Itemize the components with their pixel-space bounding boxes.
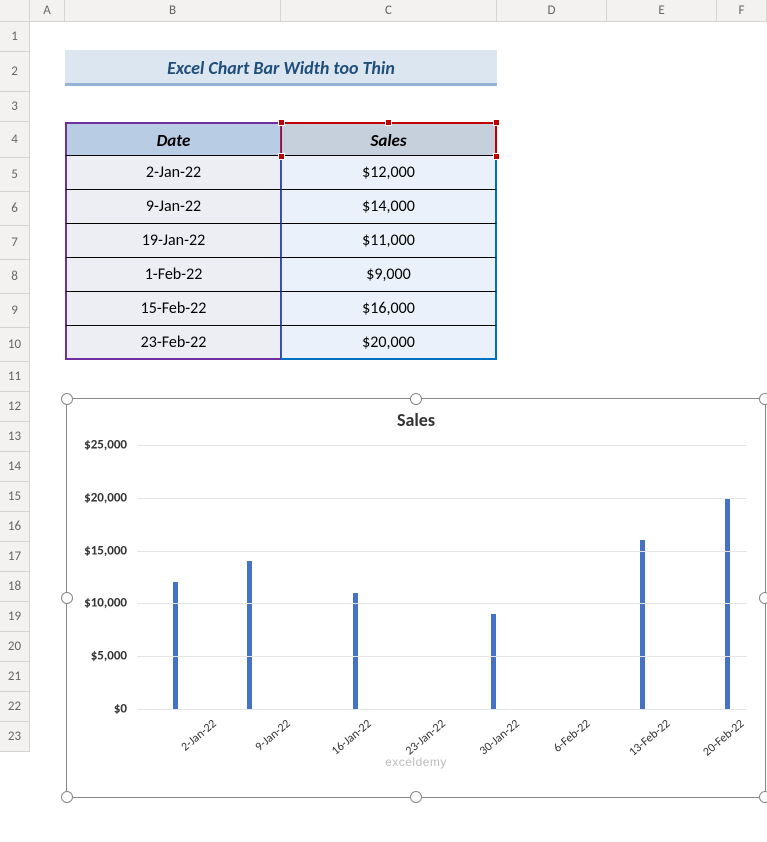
table-header-row: Date Sales bbox=[65, 122, 497, 156]
table-row: 19-Jan-22$11,000 bbox=[65, 224, 497, 258]
row-header-18[interactable]: 18 bbox=[0, 572, 30, 602]
row-header-16[interactable]: 16 bbox=[0, 512, 30, 542]
header-sales[interactable]: Sales bbox=[281, 122, 497, 156]
x-tick-label: 13-Feb-22 bbox=[626, 717, 673, 759]
bar[interactable] bbox=[173, 582, 178, 709]
gridline bbox=[137, 603, 747, 604]
resize-handle-icon[interactable] bbox=[759, 592, 767, 604]
y-tick-label: $20,000 bbox=[84, 490, 127, 505]
cell-date[interactable]: 23-Feb-22 bbox=[65, 326, 281, 360]
cell-date[interactable]: 9-Jan-22 bbox=[65, 190, 281, 224]
row-header-17[interactable]: 17 bbox=[0, 542, 30, 572]
y-tick-label: $5,000 bbox=[91, 649, 127, 664]
row-header-4[interactable]: 4 bbox=[0, 122, 30, 158]
cell-date[interactable]: 1-Feb-22 bbox=[65, 258, 281, 292]
cell-sales[interactable]: $9,000 bbox=[281, 258, 497, 292]
gridline bbox=[137, 445, 747, 446]
y-tick-label: $15,000 bbox=[84, 543, 127, 558]
cell-date[interactable]: 19-Jan-22 bbox=[65, 224, 281, 258]
selection-handle-icon[interactable] bbox=[493, 119, 500, 126]
selection-handle-icon[interactable] bbox=[385, 119, 392, 126]
bar[interactable] bbox=[353, 593, 358, 709]
x-tick-label: 2-Jan-22 bbox=[179, 717, 220, 754]
y-tick-label: $0 bbox=[114, 702, 127, 717]
x-tick-label: 23-Jan-22 bbox=[403, 717, 448, 758]
row-header-15[interactable]: 15 bbox=[0, 482, 30, 512]
col-header-C[interactable]: C bbox=[281, 0, 497, 21]
row-header-13[interactable]: 13 bbox=[0, 422, 30, 452]
col-header-B[interactable]: B bbox=[65, 0, 281, 21]
watermark: exceldemy bbox=[385, 755, 447, 769]
y-axis: $0$5,000$10,000$15,000$20,000$25,000 bbox=[67, 445, 133, 709]
resize-handle-icon[interactable] bbox=[759, 393, 767, 405]
row-headers-col: 1234567891011121314151617181920212223 bbox=[0, 22, 30, 752]
gridline bbox=[137, 656, 747, 657]
resize-handle-icon[interactable] bbox=[61, 592, 73, 604]
row-header-6[interactable]: 6 bbox=[0, 192, 30, 226]
cell-date[interactable]: 2-Jan-22 bbox=[65, 156, 281, 190]
table-row: 1-Feb-22$9,000 bbox=[65, 258, 497, 292]
col-header-A[interactable]: A bbox=[30, 0, 65, 21]
row-header-19[interactable]: 19 bbox=[0, 602, 30, 632]
cell-sales[interactable]: $14,000 bbox=[281, 190, 497, 224]
resize-handle-icon[interactable] bbox=[759, 791, 767, 803]
x-tick-label: 30-Jan-22 bbox=[477, 717, 522, 758]
plot-area[interactable] bbox=[137, 445, 747, 709]
col-header-D[interactable]: D bbox=[497, 0, 607, 21]
page-title: Excel Chart Bar Width too Thin bbox=[65, 50, 497, 86]
resize-handle-icon[interactable] bbox=[61, 393, 73, 405]
cell-sales[interactable]: $11,000 bbox=[281, 224, 497, 258]
x-tick-label: 6-Feb-22 bbox=[551, 717, 593, 756]
selection-handle-icon[interactable] bbox=[493, 153, 500, 160]
resize-handle-icon[interactable] bbox=[61, 791, 73, 803]
bar[interactable] bbox=[640, 540, 645, 709]
row-header-9[interactable]: 9 bbox=[0, 294, 30, 328]
x-tick-label: 9-Jan-22 bbox=[253, 717, 294, 754]
resize-handle-icon[interactable] bbox=[410, 791, 422, 803]
bar[interactable] bbox=[247, 561, 252, 709]
col-header-F[interactable]: F bbox=[717, 0, 767, 21]
header-date[interactable]: Date bbox=[65, 122, 281, 156]
bar-series[interactable] bbox=[137, 445, 747, 709]
cell-date[interactable]: 15-Feb-22 bbox=[65, 292, 281, 326]
row-header-23[interactable]: 23 bbox=[0, 722, 30, 752]
select-all-corner[interactable] bbox=[0, 0, 30, 21]
row-header-22[interactable]: 22 bbox=[0, 692, 30, 722]
x-tick-label: 16-Jan-22 bbox=[329, 717, 374, 758]
row-header-3[interactable]: 3 bbox=[0, 92, 30, 122]
gridline bbox=[137, 551, 747, 552]
selection-handle-icon[interactable] bbox=[278, 119, 285, 126]
selection-handle-icon[interactable] bbox=[278, 153, 285, 160]
gridline bbox=[137, 709, 747, 710]
spreadsheet: A B C D E F 1234567891011121314151617181… bbox=[0, 0, 767, 842]
table-row: 9-Jan-22$14,000 bbox=[65, 190, 497, 224]
y-tick-label: $10,000 bbox=[84, 596, 127, 611]
cell-sales[interactable]: $12,000 bbox=[281, 156, 497, 190]
resize-handle-icon[interactable] bbox=[410, 393, 422, 405]
row-header-10[interactable]: 10 bbox=[0, 328, 30, 362]
row-header-2[interactable]: 2 bbox=[0, 52, 30, 92]
col-header-E[interactable]: E bbox=[607, 0, 717, 21]
cell-sales[interactable]: $16,000 bbox=[281, 292, 497, 326]
table-row: 23-Feb-22$20,000 bbox=[65, 326, 497, 360]
row-header-11[interactable]: 11 bbox=[0, 362, 30, 392]
column-headers-row: A B C D E F bbox=[0, 0, 767, 22]
row-header-8[interactable]: 8 bbox=[0, 260, 30, 294]
row-header-21[interactable]: 21 bbox=[0, 662, 30, 692]
bar[interactable] bbox=[491, 614, 496, 709]
row-header-12[interactable]: 12 bbox=[0, 392, 30, 422]
x-tick-label: 20-Feb-22 bbox=[701, 717, 748, 759]
table-row: 2-Jan-22$12,000 bbox=[65, 156, 497, 190]
row-header-7[interactable]: 7 bbox=[0, 226, 30, 260]
row-header-20[interactable]: 20 bbox=[0, 632, 30, 662]
cell-sales[interactable]: $20,000 bbox=[281, 326, 497, 360]
row-header-5[interactable]: 5 bbox=[0, 158, 30, 192]
x-axis: 2-Jan-22 9-Jan-22 16-Jan-22 23-Jan-22 30-Jan… bbox=[137, 713, 747, 793]
row-header-1[interactable]: 1 bbox=[0, 22, 30, 52]
y-tick-label: $25,000 bbox=[84, 438, 127, 453]
row-header-14[interactable]: 14 bbox=[0, 452, 30, 482]
table-row: 15-Feb-22$16,000 bbox=[65, 292, 497, 326]
chart-object[interactable]: Sales $0$5,000$10,000$15,000$20,000$25,0… bbox=[66, 398, 766, 798]
gridline bbox=[137, 498, 747, 499]
